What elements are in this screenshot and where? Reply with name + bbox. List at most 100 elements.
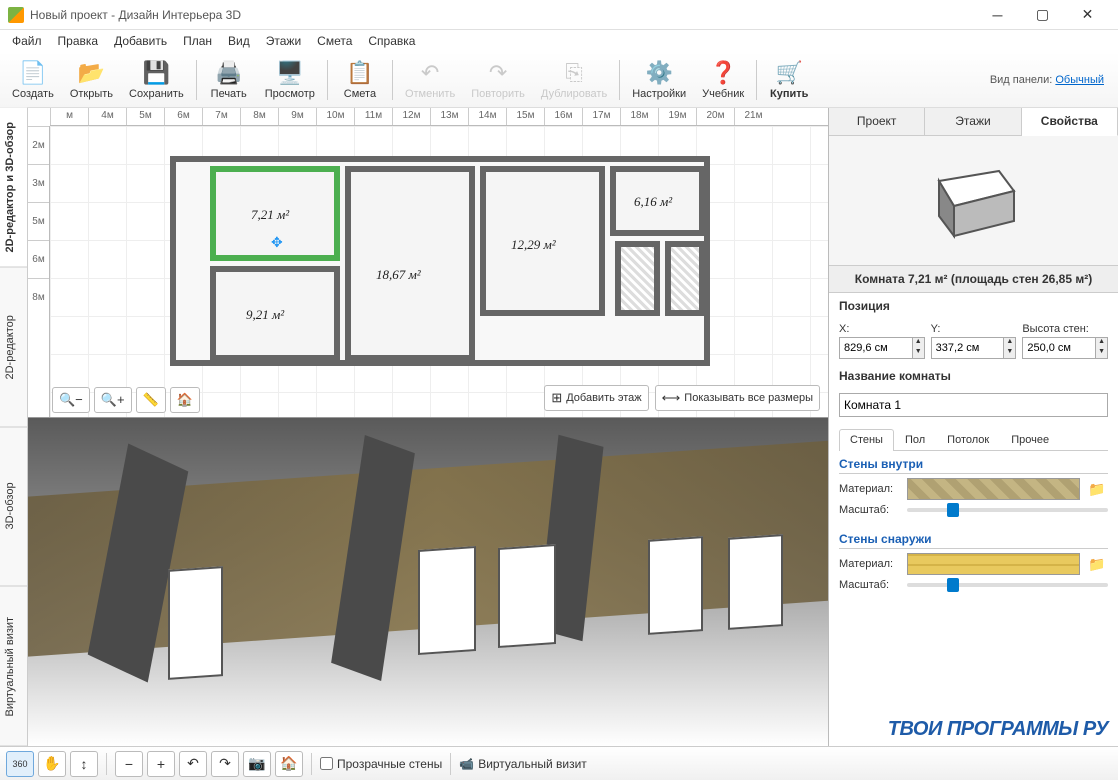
- y-down[interactable]: ▼: [1004, 348, 1015, 358]
- settings-button[interactable]: ⚙️Настройки: [626, 57, 692, 102]
- create-button[interactable]: 📄Создать: [6, 57, 60, 102]
- zoom-in-icon: 🔍+: [101, 392, 125, 408]
- room-title: Комната 7,21 м² (площадь стен 26,85 м²): [829, 266, 1118, 293]
- h-up[interactable]: ▲: [1096, 338, 1107, 348]
- room-3[interactable]: 18,67 м²: [345, 166, 475, 361]
- transparent-checkbox[interactable]: [320, 757, 333, 770]
- pan-button[interactable]: ✋: [38, 751, 66, 777]
- y-label: Y:: [931, 323, 1017, 335]
- room-1-selected[interactable]: 7,21 м²✥: [210, 166, 340, 261]
- menu-estimate[interactable]: Смета: [309, 32, 360, 50]
- cart-icon: 🛒: [775, 59, 803, 87]
- zoom-in-button[interactable]: 🔍+: [94, 387, 132, 413]
- dimensions-icon: ⟷: [662, 390, 681, 406]
- maximize-button[interactable]: ▢: [1020, 0, 1065, 30]
- subtab-ceiling[interactable]: Потолок: [936, 429, 1000, 450]
- open-button[interactable]: 📂Открыть: [64, 57, 119, 102]
- view-right[interactable]: ↷: [211, 751, 239, 777]
- h-down[interactable]: ▼: [1096, 348, 1107, 358]
- gear-icon: ⚙️: [645, 59, 673, 87]
- virtual-visit-button[interactable]: 📹 Виртуальный визит: [459, 757, 587, 771]
- orbit-button[interactable]: 360: [6, 751, 34, 777]
- x-down[interactable]: ▼: [913, 348, 924, 358]
- room-bath-1[interactable]: [615, 241, 660, 316]
- height-input[interactable]: [1023, 338, 1095, 358]
- redo-icon: ↷: [484, 59, 512, 87]
- material-out-browse[interactable]: 📁: [1086, 553, 1108, 575]
- x-input[interactable]: [840, 338, 912, 358]
- plan-grid[interactable]: 7,21 м²✥ 6,16 м² 18,67 м² 12,29 м² 9,21 …: [50, 126, 828, 417]
- minimize-button[interactable]: ─: [975, 0, 1020, 30]
- close-button[interactable]: ✕: [1065, 0, 1110, 30]
- duplicate-button[interactable]: ⎘Дублировать: [535, 57, 613, 102]
- zoom-out-button[interactable]: 🔍−: [52, 387, 90, 413]
- material-in-swatch[interactable]: [907, 478, 1080, 500]
- height-spinner[interactable]: ▲▼: [1022, 337, 1108, 359]
- sidetab-2d[interactable]: 2D-редактор: [0, 268, 27, 428]
- home-button[interactable]: 🏠: [170, 387, 200, 413]
- menu-view[interactable]: Вид: [220, 32, 258, 50]
- view-3d[interactable]: [28, 418, 828, 746]
- room-5[interactable]: 9,21 м²: [210, 266, 340, 361]
- sidetab-virtual[interactable]: Виртуальный визит: [0, 587, 27, 747]
- transparent-walls-check[interactable]: Прозрачные стены: [320, 757, 442, 771]
- room-bath-2[interactable]: [665, 241, 705, 316]
- material-out-swatch[interactable]: [907, 553, 1080, 575]
- subtab-other[interactable]: Прочее: [1000, 429, 1060, 450]
- room-4[interactable]: 12,29 м²: [480, 166, 605, 316]
- measure-button[interactable]: 📏: [136, 387, 166, 413]
- zoom-in-icon: +: [157, 756, 165, 772]
- panel-view-link[interactable]: Обычный: [1055, 74, 1104, 86]
- y-up[interactable]: ▲: [1004, 338, 1015, 348]
- material-out-label: Материал:: [839, 558, 901, 570]
- room-name-input[interactable]: [839, 393, 1108, 417]
- menu-edit[interactable]: Правка: [50, 32, 107, 50]
- sidetab-2d-3d[interactable]: 2D-редактор и 3D-обзор: [0, 108, 27, 268]
- help-button[interactable]: ❓Учебник: [696, 57, 750, 102]
- redo-button[interactable]: ↷Повторить: [465, 57, 531, 102]
- tab-project[interactable]: Проект: [829, 108, 925, 135]
- menu-floors[interactable]: Этажи: [258, 32, 309, 50]
- room-preview[interactable]: [829, 136, 1118, 266]
- view-photo[interactable]: 📷: [243, 751, 271, 777]
- tab-properties[interactable]: Свойства: [1022, 108, 1118, 136]
- menu-plan[interactable]: План: [175, 32, 220, 50]
- zoom-out-3d[interactable]: −: [115, 751, 143, 777]
- show-dims-button[interactable]: ⟷Показывать все размеры: [655, 385, 820, 411]
- zoom-out-icon: −: [125, 756, 133, 772]
- add-floor-button[interactable]: ⊞Добавить этаж: [544, 385, 648, 411]
- scale-out-slider[interactable]: [907, 583, 1108, 587]
- y-input[interactable]: [932, 338, 1004, 358]
- undo-button[interactable]: ↶Отменить: [399, 57, 461, 102]
- monitor-icon: 🖥️: [276, 59, 304, 87]
- print-button[interactable]: 🖨️Печать: [203, 57, 255, 102]
- sidetab-3d[interactable]: 3D-обзор: [0, 427, 27, 587]
- material-subtabs: Стены Пол Потолок Прочее: [839, 429, 1108, 451]
- menu-help[interactable]: Справка: [360, 32, 423, 50]
- menu-add[interactable]: Добавить: [106, 32, 175, 50]
- estimate-button[interactable]: 📋Смета: [334, 57, 386, 102]
- move-handle-icon[interactable]: ✥: [271, 234, 283, 251]
- room-2[interactable]: 6,16 м²: [610, 166, 705, 236]
- save-button[interactable]: 💾Сохранить: [123, 57, 190, 102]
- plan-2d[interactable]: м4м5м6м7м8м9м10м11м12м13м14м15м16м17м18м…: [28, 108, 828, 418]
- subtab-walls[interactable]: Стены: [839, 429, 894, 451]
- x-spinner[interactable]: ▲▼: [839, 337, 925, 359]
- plan-tools: 🔍− 🔍+ 📏 🏠: [52, 387, 200, 413]
- tab-floors[interactable]: Этажи: [925, 108, 1021, 135]
- scale-in-slider[interactable]: [907, 508, 1108, 512]
- height-button[interactable]: ↕: [70, 751, 98, 777]
- view-home[interactable]: 🏠: [275, 751, 303, 777]
- zoom-in-3d[interactable]: +: [147, 751, 175, 777]
- subtab-floor[interactable]: Пол: [894, 429, 936, 450]
- preview-button[interactable]: 🖥️Просмотр: [259, 57, 321, 102]
- buy-button[interactable]: 🛒Купить: [763, 57, 815, 102]
- view-left[interactable]: ↶: [179, 751, 207, 777]
- material-in-browse[interactable]: 📁: [1086, 478, 1108, 500]
- walls-inside-group: Стены внутри Материал: 📁 Масштаб:: [839, 457, 1108, 520]
- y-spinner[interactable]: ▲▼: [931, 337, 1017, 359]
- orbit-icon: 360: [12, 759, 27, 769]
- ruler-horizontal: м4м5м6м7м8м9м10м11м12м13м14м15м16м17м18м…: [50, 108, 828, 126]
- menu-file[interactable]: Файл: [4, 32, 50, 50]
- x-up[interactable]: ▲: [913, 338, 924, 348]
